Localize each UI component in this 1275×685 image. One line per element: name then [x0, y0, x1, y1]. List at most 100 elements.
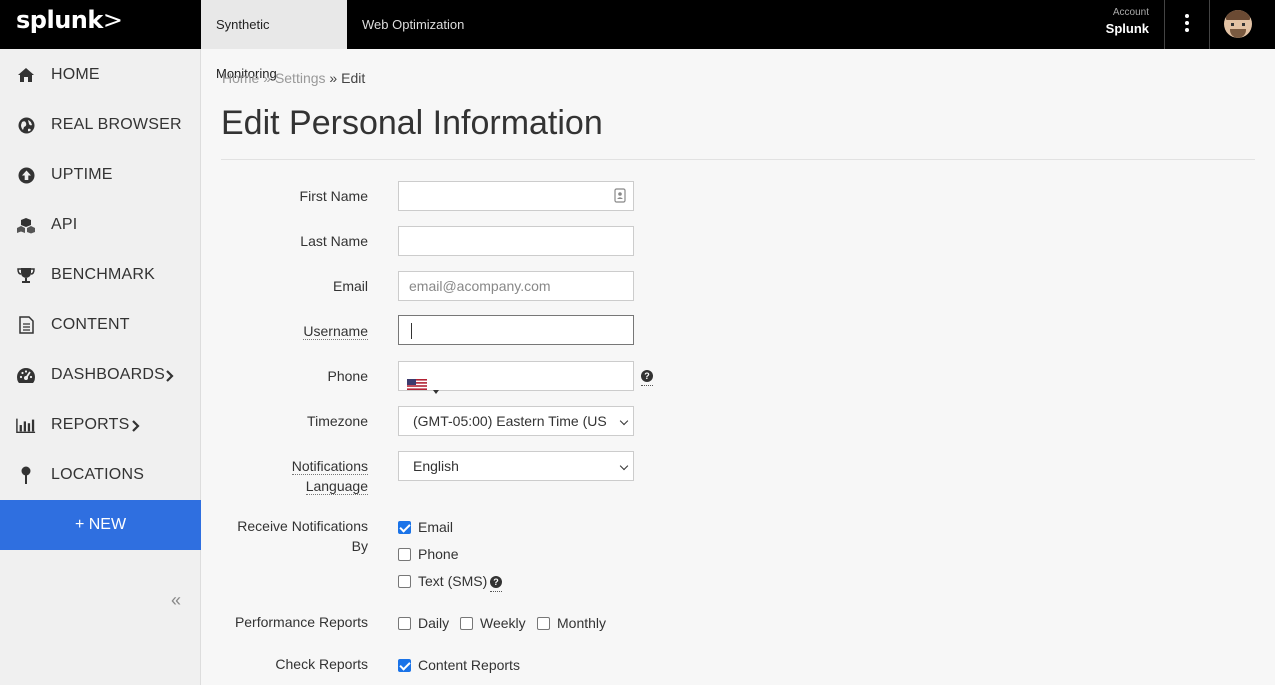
- sidebar-item-home[interactable]: HOME: [0, 50, 201, 100]
- username-label-text: Username: [303, 323, 368, 340]
- bar-chart-icon: [16, 416, 36, 434]
- receive-notifications-label: Receive Notifications By: [237, 516, 368, 556]
- globe-icon: [16, 116, 36, 134]
- cubes-icon: [16, 216, 36, 234]
- tab-web-optimization[interactable]: Web Optimization: [347, 0, 479, 49]
- monthly-report-checkbox[interactable]: [537, 617, 550, 630]
- sidebar-item-real-browser[interactable]: REAL BROWSER: [0, 100, 201, 150]
- sidebar-item-api[interactable]: API: [0, 200, 201, 250]
- last-name-label: Last Name: [300, 233, 368, 249]
- label-line: Receive Notifications: [237, 518, 368, 534]
- notify-phone-checkbox[interactable]: [398, 548, 411, 561]
- email-field[interactable]: email@acompany.com: [398, 271, 634, 301]
- content-reports-checkbox[interactable]: [398, 659, 411, 672]
- notify-sms-label: Text (SMS): [418, 573, 488, 589]
- sidebar-item-uptime[interactable]: UPTIME: [0, 150, 201, 200]
- notify-email-checkbox[interactable]: [398, 521, 411, 534]
- weekly-report-checkbox[interactable]: [460, 617, 473, 630]
- divider: [221, 159, 1255, 160]
- sms-help-icon[interactable]: ?: [490, 576, 502, 588]
- sidebar-item-label: REPORTS: [51, 416, 130, 433]
- home-icon: [16, 66, 36, 84]
- username-field[interactable]: [398, 315, 634, 345]
- monthly-report-label: Monthly: [557, 615, 607, 631]
- sidebar-item-benchmark[interactable]: BENCHMARK: [0, 250, 201, 300]
- us-flag-icon[interactable]: [407, 371, 427, 399]
- logo-mark: >: [102, 6, 123, 34]
- label-line: Notifications: [291, 458, 368, 475]
- account-switcher[interactable]: Account Splunk: [1106, 7, 1149, 36]
- tab-synthetic-monitoring[interactable]: Synthetic Monitoring: [201, 0, 347, 81]
- sidebar-item-label: LOCATIONS: [51, 466, 145, 483]
- logo-text: splunk: [16, 6, 103, 34]
- upload-circle-icon: [16, 166, 36, 184]
- notify-sms-checkbox[interactable]: [398, 575, 411, 588]
- breadcrumb-home[interactable]: Home: [222, 70, 259, 86]
- notifications-language-label: Notifications Language: [291, 456, 368, 496]
- trophy-icon: [16, 266, 36, 284]
- last-name-field[interactable]: [398, 226, 634, 256]
- sidebar-item-label: UPTIME: [51, 166, 113, 183]
- sidebar-item-reports[interactable]: REPORTS: [0, 400, 201, 450]
- timezone-select[interactable]: (GMT-05:00) Eastern Time (US: [398, 406, 634, 436]
- notify-email-label: Email: [418, 519, 454, 535]
- username-label: Username: [303, 321, 368, 341]
- daily-report-checkbox[interactable]: [398, 617, 411, 630]
- collapse-sidebar-icon[interactable]: «: [171, 590, 181, 611]
- caret-down-icon[interactable]: [433, 375, 439, 403]
- phone-field[interactable]: [398, 361, 634, 394]
- label-line: Language: [305, 478, 368, 495]
- breadcrumb-settings[interactable]: Settings: [275, 70, 326, 86]
- tachometer-icon: [16, 366, 36, 384]
- daily-report-label: Daily: [418, 615, 450, 631]
- weekly-report-label: Weekly: [480, 615, 526, 631]
- sidebar-item-label: REAL BROWSER: [51, 116, 182, 133]
- contact-card-icon[interactable]: [614, 188, 626, 208]
- first-name-label: First Name: [299, 188, 368, 204]
- chevron-right-icon: [165, 369, 174, 387]
- notify-phone-label: Phone: [418, 546, 459, 562]
- chevron-down-icon: [619, 416, 629, 426]
- sidebar-item-dashboards[interactable]: DASHBOARDS: [0, 350, 201, 400]
- sidebar-item-locations[interactable]: LOCATIONS: [0, 450, 201, 500]
- account-name: Splunk: [1105, 21, 1149, 36]
- sidebar: HOME REAL BROWSER UPTIME API BENCHMARK C…: [0, 49, 201, 685]
- page-title: Edit Personal Information: [221, 104, 603, 142]
- user-avatar[interactable]: [1224, 10, 1252, 38]
- sidebar-item-content[interactable]: CONTENT: [0, 300, 201, 350]
- phone-label: Phone: [327, 368, 368, 384]
- notifications-language-select[interactable]: English: [398, 451, 634, 481]
- sidebar-item-label: DASHBOARDS: [51, 366, 166, 383]
- splunk-logo[interactable]: splunk>: [16, 6, 123, 34]
- document-icon: [16, 316, 36, 334]
- breadcrumb-separator: »: [325, 70, 342, 86]
- first-name-field[interactable]: [398, 181, 634, 211]
- chevron-down-icon: [619, 461, 629, 471]
- map-pin-icon: [16, 466, 36, 484]
- performance-reports-label: Performance Reports: [234, 614, 368, 630]
- content-reports-label: Content Reports: [418, 657, 520, 673]
- text-caret: [411, 323, 412, 339]
- sidebar-item-label: CONTENT: [51, 316, 130, 333]
- check-reports-label: Check Reports: [275, 656, 368, 672]
- timezone-value: (GMT-05:00) Eastern Time (US: [413, 413, 607, 429]
- sidebar-item-label: BENCHMARK: [51, 266, 156, 283]
- email-label: Email: [332, 278, 368, 294]
- divider: [1164, 0, 1165, 49]
- sidebar-item-label: API: [51, 216, 78, 233]
- phone-help-icon[interactable]: ?: [641, 370, 653, 382]
- help-underline: [490, 591, 502, 592]
- label-line: By: [351, 538, 368, 554]
- new-button[interactable]: + NEW: [0, 500, 201, 550]
- more-menu-icon[interactable]: [1181, 14, 1193, 34]
- divider: [1209, 0, 1210, 49]
- language-value: English: [413, 458, 459, 474]
- top-bar: splunk> Synthetic Monitoring Web Optimiz…: [0, 0, 1275, 81]
- timezone-label: Timezone: [307, 413, 368, 429]
- breadcrumb-current: Edit: [341, 70, 366, 86]
- help-underline: [641, 385, 653, 386]
- breadcrumb-separator: »: [259, 70, 275, 86]
- account-label: Account: [1112, 7, 1149, 18]
- chevron-right-icon: [131, 419, 140, 437]
- breadcrumb: Home » Settings » Edit: [222, 70, 365, 86]
